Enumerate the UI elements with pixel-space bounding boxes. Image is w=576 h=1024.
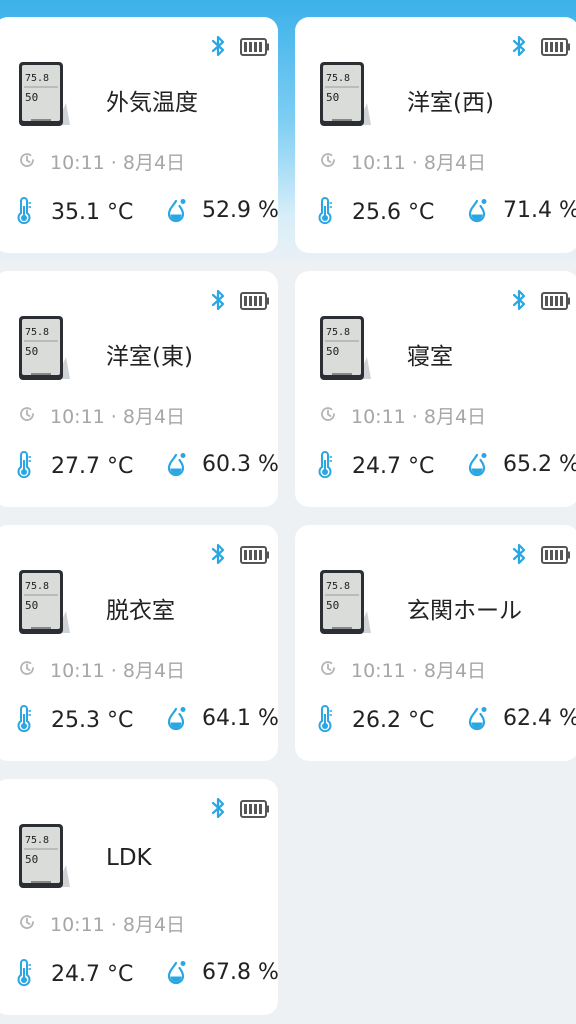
temperature-value: 24.7 °C — [51, 962, 134, 987]
sensor-name: 外気温度 — [106, 90, 198, 116]
bluetooth-icon — [211, 543, 225, 565]
temperature-value: 24.7 °C — [352, 454, 435, 479]
thermometer-icon — [318, 197, 332, 225]
clock-icon — [20, 407, 34, 421]
thermo-hygrometer-device-image: 75.8 50 — [320, 316, 371, 380]
thermo-hygrometer-device-image: 75.8 50 — [19, 62, 70, 126]
svg-text:75.8: 75.8 — [25, 835, 49, 846]
thermo-hygrometer-device-image: 75.8 50 — [320, 570, 371, 634]
thermometer-icon — [17, 705, 31, 733]
humidity-value: 67.8 % — [202, 960, 279, 985]
sensor-card[interactable]: 75.8 50 寝室 10:11 · 8月4日 24.7 °C 65.2 % — [295, 271, 576, 507]
battery-full-icon — [240, 800, 269, 818]
last-updated-time: 10:11 · 8月4日 — [351, 152, 487, 174]
humidity-drop-icon — [167, 961, 186, 985]
svg-text:50: 50 — [25, 91, 38, 104]
thermometer-icon — [318, 705, 332, 733]
sensor-name: 脱衣室 — [106, 598, 175, 624]
clock-icon — [321, 153, 335, 167]
humidity-value: 71.4 % — [503, 198, 576, 223]
temperature-value: 25.6 °C — [352, 200, 435, 225]
bluetooth-icon — [211, 35, 225, 57]
sensor-card[interactable]: 75.8 50 脱衣室 10:11 · 8月4日 25.3 °C 64.1 % — [0, 525, 279, 761]
svg-text:75.8: 75.8 — [25, 327, 49, 338]
thermometer-icon — [318, 451, 332, 479]
clock-icon — [20, 661, 34, 675]
svg-text:50: 50 — [25, 853, 38, 866]
temperature-value: 35.1 °C — [51, 200, 134, 225]
bluetooth-icon — [211, 289, 225, 311]
thermometer-icon — [17, 451, 31, 479]
last-updated-time: 10:11 · 8月4日 — [50, 914, 186, 936]
svg-text:50: 50 — [326, 599, 339, 612]
sensor-name: 玄関ホール — [407, 598, 522, 624]
thermometer-icon — [17, 197, 31, 225]
last-updated-time: 10:11 · 8月4日 — [50, 152, 186, 174]
last-updated-time: 10:11 · 8月4日 — [50, 660, 186, 682]
humidity-drop-icon — [167, 453, 186, 477]
sensor-card[interactable]: 75.8 50 外気温度 10:11 · 8月4日 35.1 °C 52.9 % — [0, 17, 279, 253]
sensor-card[interactable]: 75.8 50 洋室(東) 10:11 · 8月4日 27.7 °C 60.3 … — [0, 271, 279, 507]
humidity-value: 62.4 % — [503, 706, 576, 731]
bluetooth-icon — [512, 35, 526, 57]
last-updated-time: 10:11 · 8月4日 — [50, 406, 186, 428]
thermo-hygrometer-device-image: 75.8 50 — [19, 316, 70, 380]
humidity-value: 64.1 % — [202, 706, 279, 731]
bluetooth-icon — [512, 289, 526, 311]
svg-text:75.8: 75.8 — [25, 73, 49, 84]
sensor-card[interactable]: 75.8 50 玄関ホール 10:11 · 8月4日 26.2 °C 62.4 … — [295, 525, 576, 761]
battery-full-icon — [240, 546, 269, 564]
sensor-grid: 75.8 50 外気温度 10:11 · 8月4日 35.1 °C 52.9 % — [0, 0, 576, 1024]
svg-text:50: 50 — [326, 345, 339, 358]
last-updated-time: 10:11 · 8月4日 — [351, 406, 487, 428]
clock-icon — [321, 661, 335, 675]
temperature-value: 25.3 °C — [51, 708, 134, 733]
humidity-drop-icon — [167, 707, 186, 731]
sensor-card[interactable]: 75.8 50 洋室(西) 10:11 · 8月4日 25.6 °C 71.4 … — [295, 17, 576, 253]
svg-text:75.8: 75.8 — [25, 581, 49, 592]
humidity-drop-icon — [167, 199, 186, 223]
thermometer-icon — [17, 959, 31, 987]
battery-full-icon — [541, 292, 570, 310]
svg-text:50: 50 — [25, 599, 38, 612]
clock-icon — [321, 407, 335, 421]
bluetooth-icon — [211, 797, 225, 819]
temperature-value: 27.7 °C — [51, 454, 134, 479]
temperature-value: 26.2 °C — [352, 708, 435, 733]
humidity-drop-icon — [468, 453, 487, 477]
humidity-drop-icon — [468, 707, 487, 731]
humidity-value: 60.3 % — [202, 452, 279, 477]
sensor-name: LDK — [106, 845, 152, 871]
thermo-hygrometer-device-image: 75.8 50 — [19, 570, 70, 634]
svg-text:75.8: 75.8 — [326, 73, 350, 84]
thermo-hygrometer-device-image: 75.8 50 — [320, 62, 371, 126]
sensor-name: 洋室(西) — [407, 90, 494, 116]
battery-full-icon — [240, 292, 269, 310]
humidity-drop-icon — [468, 199, 487, 223]
svg-text:50: 50 — [25, 345, 38, 358]
humidity-value: 65.2 % — [503, 452, 576, 477]
last-updated-time: 10:11 · 8月4日 — [351, 660, 487, 682]
battery-full-icon — [541, 38, 570, 56]
sensor-name: 洋室(東) — [106, 344, 193, 370]
sensor-card[interactable]: 75.8 50 LDK 10:11 · 8月4日 24.7 °C 67.8 % — [0, 779, 279, 1015]
sensor-name: 寝室 — [407, 344, 453, 370]
thermo-hygrometer-device-image: 75.8 50 — [19, 824, 70, 888]
svg-text:75.8: 75.8 — [326, 327, 350, 338]
battery-full-icon — [541, 546, 570, 564]
humidity-value: 52.9 % — [202, 198, 279, 223]
svg-text:50: 50 — [326, 91, 339, 104]
svg-text:75.8: 75.8 — [326, 581, 350, 592]
bluetooth-icon — [512, 543, 526, 565]
clock-icon — [20, 153, 34, 167]
battery-full-icon — [240, 38, 269, 56]
clock-icon — [20, 915, 34, 929]
